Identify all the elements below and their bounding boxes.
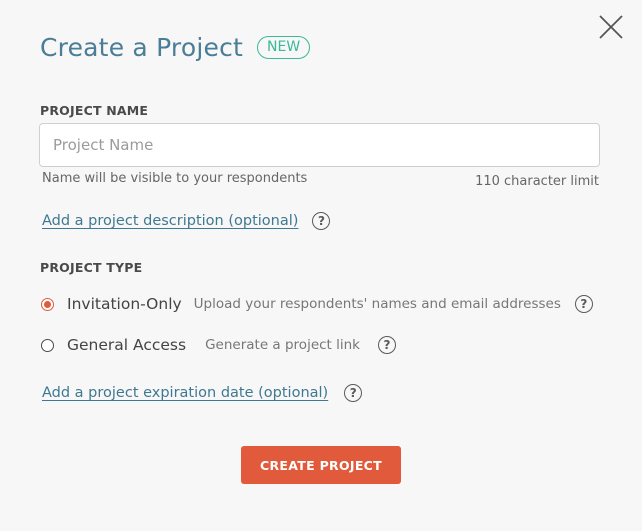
invitation-only-radio[interactable] [41,297,54,311]
question-circle-icon[interactable]: ? [312,212,331,230]
add-description-link[interactable]: Add a project description (optional) [42,213,298,229]
create-project-dialog: Create a Project NEW PROJECT NAME Name w… [0,0,642,531]
description-link-row: Add a project description (optional) ? [42,212,331,230]
question-circle-icon[interactable]: ? [574,295,593,313]
question-circle-icon[interactable]: ? [378,336,397,354]
question-circle-icon[interactable]: ? [344,384,363,402]
character-limit-text: 110 character limit [475,174,599,189]
dialog-title: Create a Project [40,33,244,62]
general-access-label[interactable]: General Access [67,336,186,354]
project-type-label: PROJECT TYPE [40,260,143,275]
radio-option-invitation-only[interactable]: Invitation-Only Upload your respondents'… [41,295,593,313]
expiration-link-row: Add a project expiration date (optional)… [42,384,363,402]
project-name-hint: Name will be visible to your respondents [42,171,308,186]
invitation-only-description: Upload your respondents' names and email… [193,296,561,312]
close-icon[interactable] [596,12,626,42]
project-name-input[interactable] [39,123,600,167]
dialog-header: Create a Project NEW [40,33,311,62]
radio-option-general-access[interactable]: General Access Generate a project link ? [41,336,397,354]
create-project-button[interactable]: CREATE PROJECT [241,446,401,484]
project-name-label: PROJECT NAME [40,103,149,118]
invitation-only-label[interactable]: Invitation-Only [67,295,182,313]
add-expiration-date-link[interactable]: Add a project expiration date (optional) [42,385,328,401]
new-badge: NEW [257,36,311,59]
general-access-description: Generate a project link [205,337,361,353]
general-access-radio[interactable] [41,338,54,352]
